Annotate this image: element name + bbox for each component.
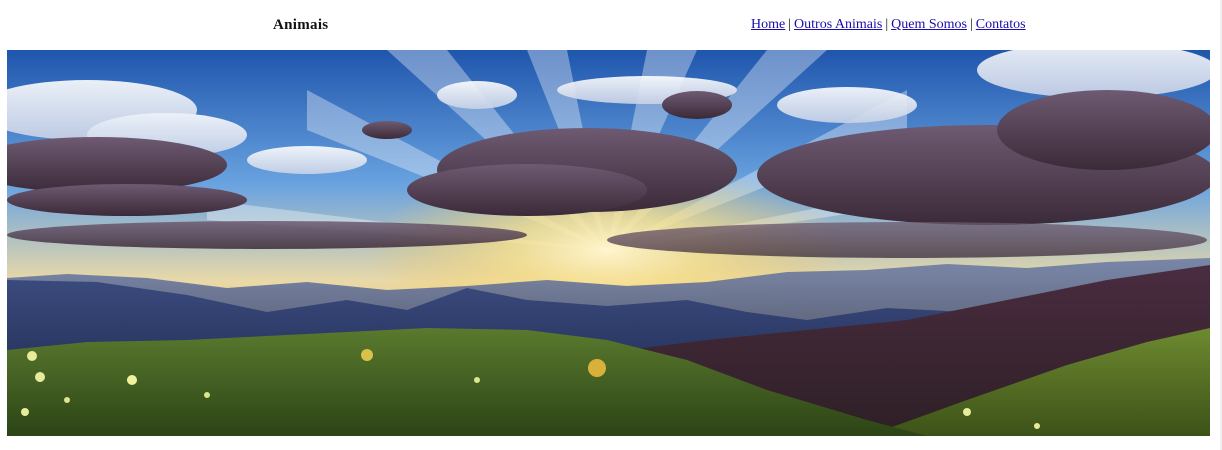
nav-separator: |	[788, 17, 792, 32]
nav-separator: |	[969, 17, 973, 32]
site-header: Animais Home | Outros Animais | Quem Somos | C…	[0, 0, 1222, 50]
landscape-illustration	[7, 50, 1210, 436]
main-nav: Home | Outros Animais | Quem Somos | Contatos	[751, 17, 1026, 33]
nav-link-outros-animais[interactable]: Outros Animais	[794, 17, 882, 32]
nav-link-contatos[interactable]: Contatos	[976, 17, 1026, 32]
page: Animais Home | Outros Animais | Quem Somos | C…	[0, 0, 1222, 450]
nav-link-home[interactable]: Home	[751, 17, 785, 32]
nav-link-quem-somos[interactable]: Quem Somos	[891, 17, 967, 32]
hero-banner-image	[7, 50, 1210, 436]
site-title: Animais	[273, 17, 329, 33]
nav-separator: |	[885, 17, 889, 32]
